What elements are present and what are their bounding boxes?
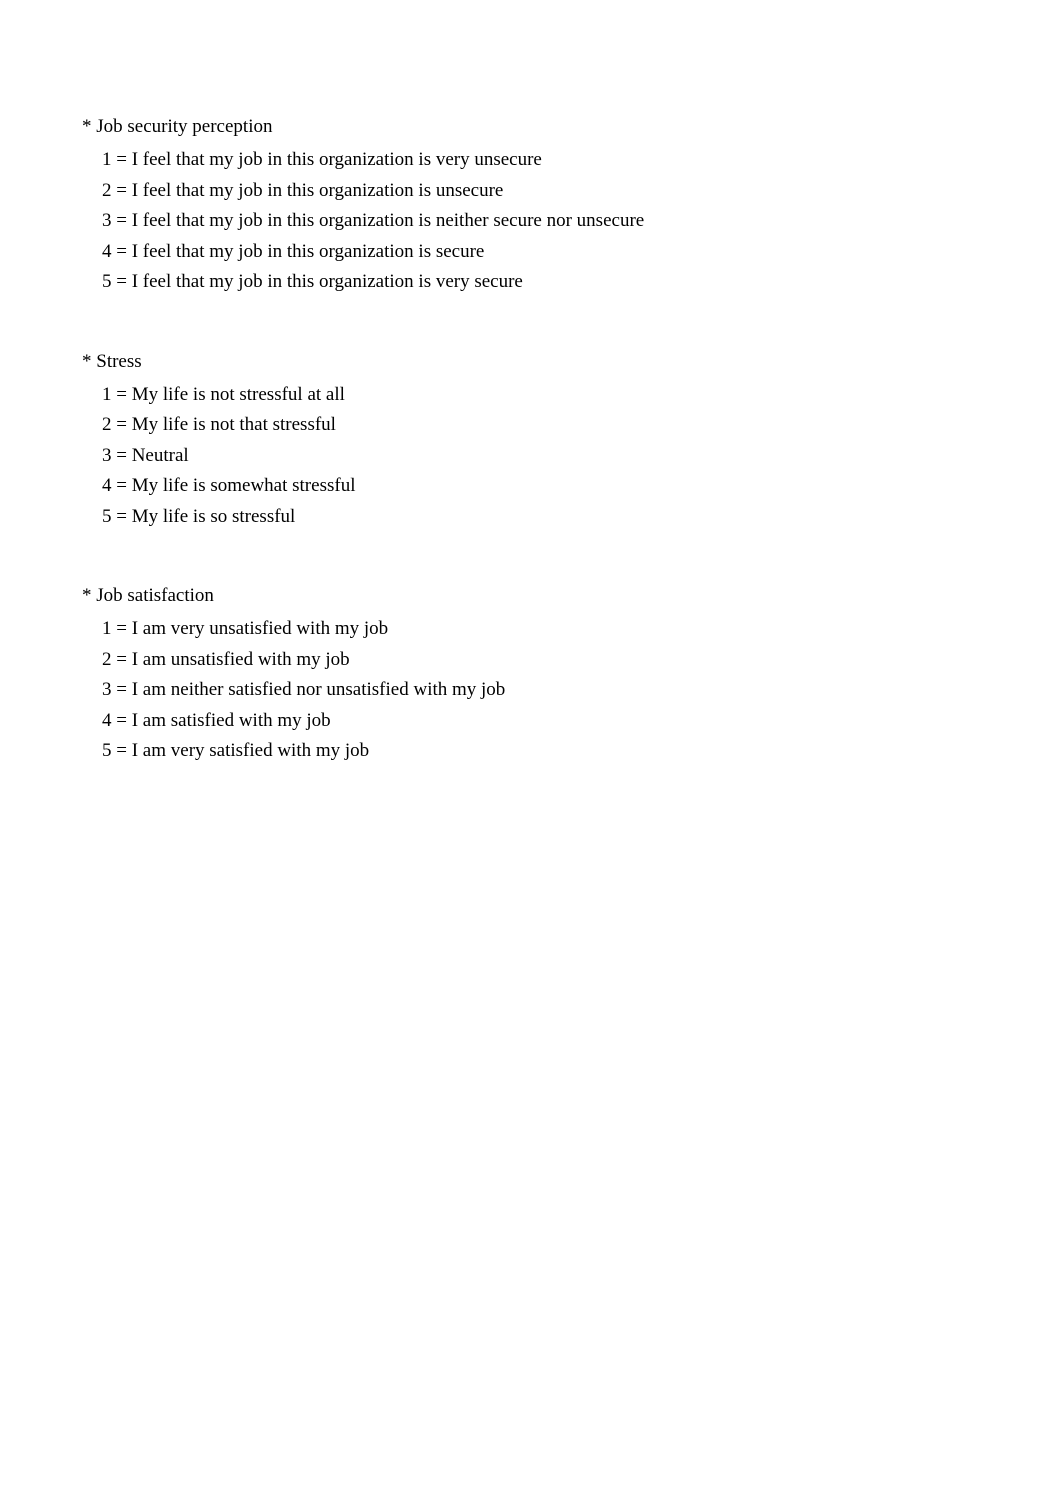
section-title: * Stress xyxy=(82,351,1062,373)
scale-item: 3 = Neutral xyxy=(82,442,1062,471)
scale-item: 2 = My life is not that stressful xyxy=(82,411,1062,440)
scale-item: 1 = My life is not stressful at all xyxy=(82,381,1062,410)
scale-item: 2 = I feel that my job in this organizat… xyxy=(82,177,1062,206)
scale-item: 3 = I am neither satisfied nor unsatisfi… xyxy=(82,676,1062,705)
section-job-satisfaction: * Job satisfaction 1 = I am very unsatis… xyxy=(82,585,1062,766)
section-title: * Job security perception xyxy=(82,116,1062,138)
section-title: * Job satisfaction xyxy=(82,585,1062,607)
scale-item: 1 = I feel that my job in this organizat… xyxy=(82,146,1062,175)
scale-item: 5 = I am very satisfied with my job xyxy=(82,737,1062,766)
scale-item: 5 = I feel that my job in this organizat… xyxy=(82,268,1062,297)
scale-item: 4 = I am satisfied with my job xyxy=(82,707,1062,736)
scale-item: 2 = I am unsatisfied with my job xyxy=(82,646,1062,675)
scale-item: 3 = I feel that my job in this organizat… xyxy=(82,207,1062,236)
scale-item: 4 = My life is somewhat stressful xyxy=(82,472,1062,501)
scale-item: 5 = My life is so stressful xyxy=(82,503,1062,532)
scale-item: 4 = I feel that my job in this organizat… xyxy=(82,238,1062,267)
scale-item: 1 = I am very unsatisfied with my job xyxy=(82,615,1062,644)
section-stress: * Stress 1 = My life is not stressful at… xyxy=(82,351,1062,532)
section-job-security: * Job security perception 1 = I feel tha… xyxy=(82,116,1062,297)
